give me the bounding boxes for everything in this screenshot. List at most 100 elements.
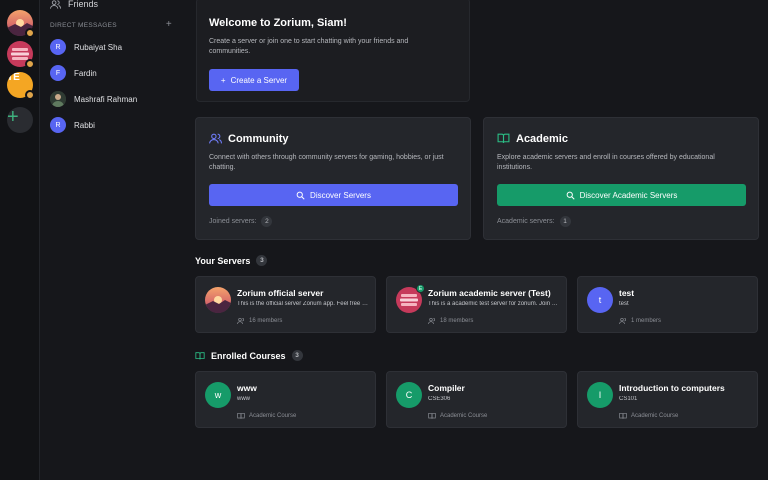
dm-user-name: Fardin <box>74 68 97 78</box>
server-name: Zorium academic server (Test) <box>428 288 551 298</box>
server-description: This is a academic test server for zoriu… <box>428 301 560 307</box>
server-avatar-letter: t <box>587 287 613 313</box>
add-server-button[interactable]: + <box>7 107 33 133</box>
course-type-label: Academic Course <box>631 413 679 419</box>
server-avatar <box>205 287 231 313</box>
dm-section-title: DIRECT MESSAGES <box>50 22 117 29</box>
academic-text: Explore academic servers and enroll in c… <box>497 154 715 171</box>
server-avatar: E <box>396 284 425 313</box>
dm-item-fardin[interactable]: F Fardin <box>50 65 97 81</box>
add-dm-icon[interactable]: + <box>166 20 172 30</box>
course-avatar: C <box>396 382 422 408</box>
academic-card: Academic Explore academic servers and en… <box>483 117 759 240</box>
dm-user-name: Rabbi <box>74 120 95 130</box>
discover-academic-label: Discover Academic Servers <box>579 190 678 200</box>
course-code: www <box>237 396 250 402</box>
course-name: www <box>237 383 257 393</box>
course-type-label: Academic Course <box>440 413 488 419</box>
friends-nav-item[interactable]: Friends <box>50 0 98 11</box>
users-icon <box>237 318 244 325</box>
welcome-card: Welcome to Zorium, Siam! Create a server… <box>196 0 470 102</box>
create-server-label: Create a Server <box>230 75 288 85</box>
members-count: 18 members <box>440 318 474 324</box>
course-type: Academic Course <box>237 412 296 420</box>
friends-label: Friends <box>68 0 99 9</box>
create-server-button[interactable]: + Create a Server <box>209 69 299 91</box>
course-avatar-letter: I <box>587 382 613 408</box>
community-text: Connect with others through community se… <box>209 154 444 171</box>
status-badge <box>25 90 35 100</box>
users-icon <box>619 318 626 325</box>
discover-servers-button[interactable]: Discover Servers <box>209 184 458 206</box>
server-icon-zorium-official[interactable] <box>7 10 35 38</box>
plus-icon: + <box>220 75 226 85</box>
status-badge <box>25 59 35 69</box>
dm-item-rubaiyat[interactable]: R Rubaiyat Sha <box>50 39 122 55</box>
enrolled-courses-header: Enrolled Courses 3 <box>195 350 303 361</box>
your-servers-title: Your Servers <box>195 255 251 266</box>
course-code: CS101 <box>619 396 638 402</box>
course-type: Academic Course <box>619 412 678 420</box>
users-icon <box>50 0 61 9</box>
server-card-zorium-academic[interactable]: E Zorium academic server (Test) This is … <box>386 276 567 333</box>
avatar: R <box>50 117 66 133</box>
community-card: Community Connect with others through co… <box>195 117 471 240</box>
server-members: 16 members <box>237 317 282 325</box>
server-rail: TE + <box>0 0 40 480</box>
book-open-icon <box>619 413 627 419</box>
enrolled-courses-count: 3 <box>291 350 303 361</box>
academic-title: Academic <box>516 132 568 145</box>
server-members: 18 members <box>428 317 473 325</box>
dm-section-header: DIRECT MESSAGES + <box>50 20 172 30</box>
book-open-icon <box>237 413 245 419</box>
server-members: 1 members <box>619 317 661 325</box>
course-name: Introduction to computers <box>619 383 725 393</box>
academic-heading: Academic <box>497 132 568 145</box>
enrolled-courses-title: Enrolled Courses <box>211 350 286 361</box>
server-name: Zorium official server <box>237 288 324 298</box>
academic-badge: E <box>416 284 425 293</box>
users-icon <box>209 133 222 144</box>
course-card-www[interactable]: w www www Academic Course <box>195 371 376 428</box>
book-open-icon <box>497 133 510 143</box>
book-open-icon <box>195 351 205 359</box>
server-icon-test-education[interactable]: TE <box>7 72 35 100</box>
discover-servers-label: Discover Servers <box>310 190 371 200</box>
search-icon <box>296 191 305 200</box>
joined-servers-count: 2 <box>261 216 273 227</box>
joined-servers-label: Joined servers: <box>209 218 257 225</box>
sunset-avatar-icon <box>205 287 231 313</box>
dm-item-rabbi[interactable]: R Rabbi <box>50 117 95 133</box>
avatar-photo-icon <box>50 91 66 107</box>
course-avatar: w <box>205 382 231 408</box>
discover-academic-servers-button[interactable]: Discover Academic Servers <box>497 184 746 206</box>
server-card-test[interactable]: t test test 1 members <box>577 276 758 333</box>
direct-messages-panel: Friends DIRECT MESSAGES + R Rubaiyat Sha… <box>40 0 180 480</box>
avatar: F <box>50 65 66 81</box>
server-avatar: t <box>587 287 613 313</box>
community-heading: Community <box>209 132 289 145</box>
server-card-zorium-official[interactable]: Zorium official server This is the offic… <box>195 276 376 333</box>
server-icon-zorium-academic[interactable] <box>7 41 35 69</box>
members-count: 1 members <box>631 318 662 324</box>
server-description: This is the official server Zorium app. … <box>237 301 369 307</box>
plus-icon: + <box>7 107 33 133</box>
course-card-compiler[interactable]: C Compiler CSE306 Academic Course <box>386 371 567 428</box>
avatar: R <box>50 39 66 55</box>
server-name: test <box>619 288 635 298</box>
status-badge <box>25 28 35 38</box>
community-title: Community <box>228 132 289 145</box>
dm-item-mashrafi[interactable]: Mashrafi Rahman <box>50 91 137 107</box>
course-code: CSE306 <box>428 396 451 402</box>
welcome-text: Create a server or join one to start cha… <box>209 38 409 55</box>
members-count: 16 members <box>249 318 283 324</box>
users-icon <box>428 318 435 325</box>
server-description: test <box>619 301 629 307</box>
book-open-icon <box>428 413 436 419</box>
course-avatar-letter: w <box>205 382 231 408</box>
welcome-title: Welcome to Zorium, Siam! <box>209 17 347 29</box>
search-icon <box>566 191 575 200</box>
course-card-intro-computers[interactable]: I Introduction to computers CS101 Academ… <box>577 371 758 428</box>
your-servers-count: 3 <box>256 255 268 266</box>
dm-user-name: Mashrafi Rahman <box>74 94 138 104</box>
